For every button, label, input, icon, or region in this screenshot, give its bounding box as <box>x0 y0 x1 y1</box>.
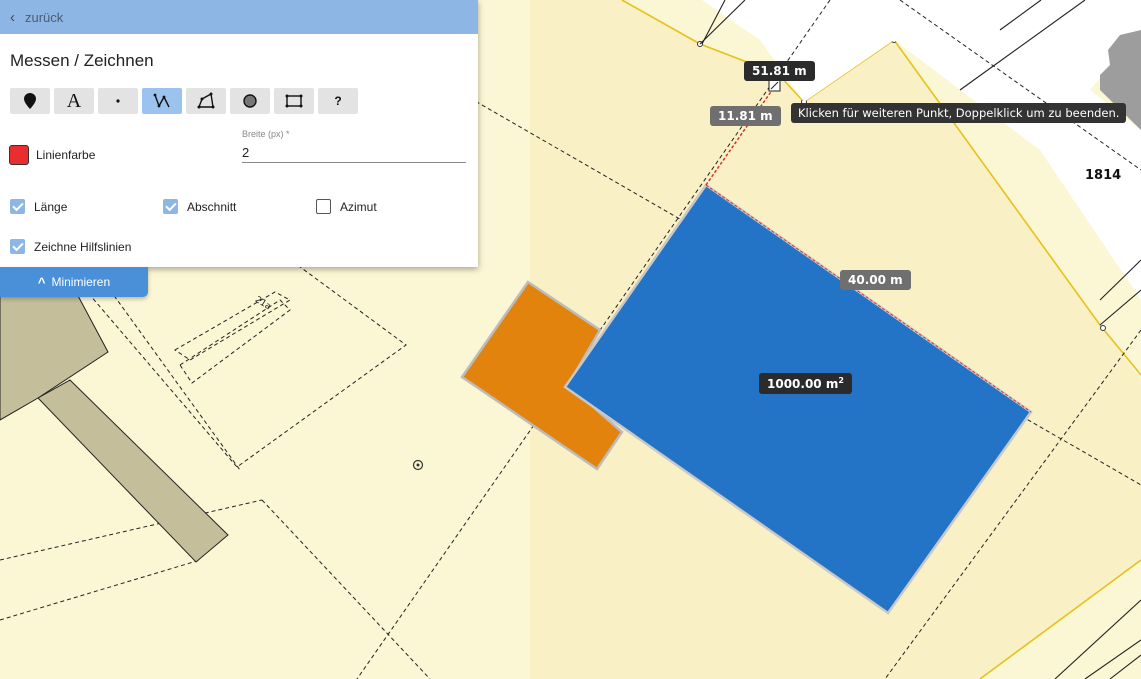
line-color-label: Linienfarbe <box>36 148 96 162</box>
polygon-icon <box>197 92 215 109</box>
checkbox-azimuth[interactable]: Azimut <box>316 199 377 214</box>
help-icon: ? <box>334 94 342 108</box>
tool-help-button[interactable]: ? <box>318 88 358 114</box>
minimize-label: Minimieren <box>51 275 111 289</box>
checkbox-length-label: Länge <box>34 199 68 214</box>
width-field-label: Breite (px) * <box>242 129 290 139</box>
panel-title: Messen / Zeichnen <box>10 51 154 70</box>
rectangle-icon <box>285 94 303 108</box>
tool-text-button[interactable]: A <box>54 88 94 114</box>
checkbox-length-box[interactable] <box>10 199 25 214</box>
tool-rectangle-button[interactable] <box>274 88 314 114</box>
tool-point-button[interactable] <box>98 88 138 114</box>
checkbox-azimuth-label: Azimut <box>340 199 377 214</box>
vertex-point <box>1100 325 1106 331</box>
checkbox-segment-box[interactable] <box>163 199 178 214</box>
area-value: 1000.00 m <box>767 377 839 391</box>
minimize-button[interactable]: ^ Minimieren <box>0 267 148 297</box>
area-unit-superscript: 2 <box>838 376 844 385</box>
checkbox-helper-lines-label: Zeichne Hilfslinien <box>34 239 132 254</box>
line-icon <box>153 93 170 108</box>
checkbox-segment-label: Abschnitt <box>187 199 237 214</box>
checkbox-helper-lines[interactable]: Zeichne Hilfslinien <box>10 239 131 254</box>
tool-marker-button[interactable] <box>10 88 50 114</box>
tool-circle-button[interactable] <box>230 88 270 114</box>
checkbox-helper-lines-box[interactable] <box>10 239 25 254</box>
total-length-label: 51.81 m <box>744 61 815 81</box>
measure-draw-panel: ‹ zurück Messen / Zeichnen A ? Linienfar… <box>0 0 478 267</box>
area-label: 1000.00 m2 <box>759 373 852 394</box>
segment-length-label: 11.81 m <box>710 106 781 126</box>
map-marker-icon <box>24 93 36 109</box>
parcel-number-label: 1814 <box>1085 168 1122 183</box>
point-icon <box>116 99 120 103</box>
back-link[interactable]: ‹ zurück <box>0 0 478 34</box>
draw-hint-tooltip: Klicken für weiteren Punkt, Doppelklick … <box>791 103 1127 123</box>
checkbox-azimuth-box[interactable] <box>316 199 331 214</box>
line-color-picker[interactable] <box>9 145 29 165</box>
drawing-toolbar: A ? <box>10 88 358 114</box>
width-input[interactable] <box>242 143 466 163</box>
chevron-up-icon: ^ <box>37 274 46 290</box>
checkbox-length[interactable]: Länge <box>10 199 67 214</box>
tool-line-button[interactable] <box>142 88 182 114</box>
tool-polygon-button[interactable] <box>186 88 226 114</box>
checkbox-segment[interactable]: Abschnitt <box>163 199 236 214</box>
text-icon: A <box>66 89 82 112</box>
back-label: zurück <box>25 9 64 25</box>
circle-icon <box>243 94 257 108</box>
chevron-left-icon: ‹ <box>10 8 15 26</box>
survey-marker-dot <box>416 463 420 467</box>
edge-length-label: 40.00 m <box>840 270 911 290</box>
